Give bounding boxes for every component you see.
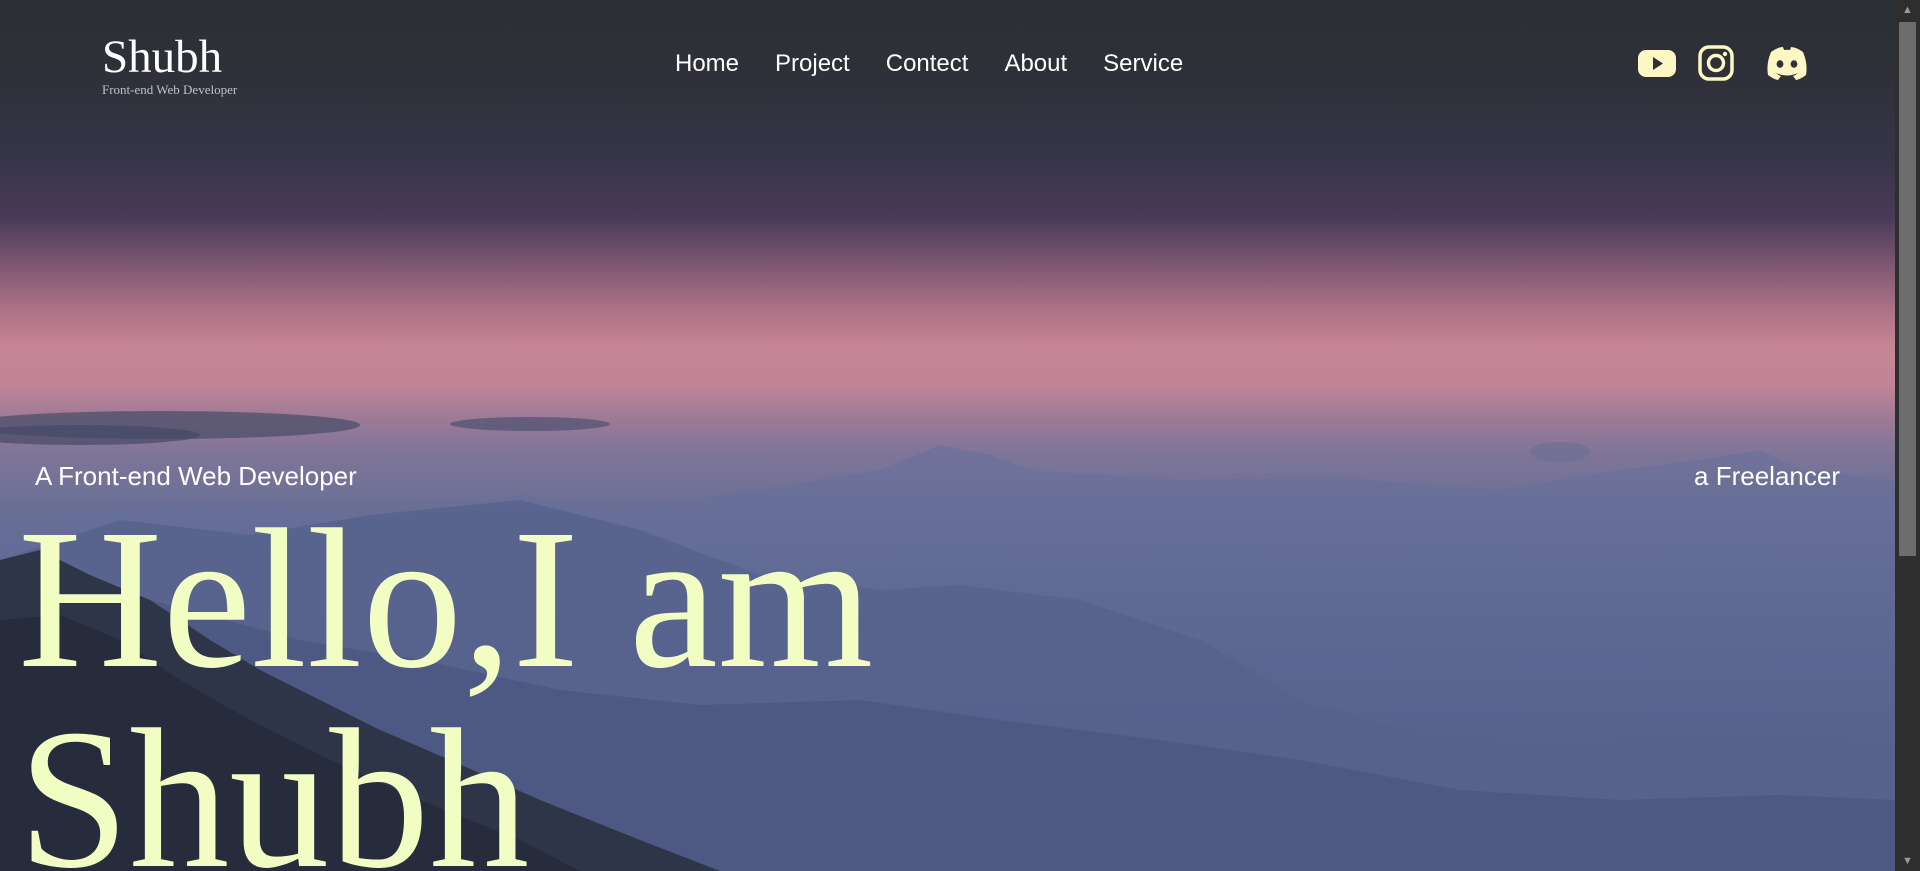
discord-icon[interactable]: [1762, 44, 1808, 82]
brand-name: Shubh: [102, 31, 223, 83]
brand-subtitle: Front-end Web Developer: [102, 82, 238, 97]
tagline-right: a Freelancer: [1694, 461, 1840, 491]
headline-line-1: Hello,I am: [18, 489, 874, 710]
tagline-left: A Front-end Web Developer: [35, 461, 357, 491]
scroll-up-arrow-icon[interactable]: ▲: [1895, 0, 1920, 20]
nav-service[interactable]: Service: [1103, 49, 1183, 79]
scroll-down-arrow-icon[interactable]: ▼: [1895, 851, 1920, 871]
youtube-icon[interactable]: [1636, 44, 1678, 82]
headline-line-2: Shubh: [18, 689, 530, 871]
main-nav: Home Project Contect About Service: [675, 49, 1219, 79]
nav-about[interactable]: About: [1004, 49, 1067, 79]
nav-contect[interactable]: Contect: [886, 49, 969, 79]
brand[interactable]: Shubh Front-end Web Developer: [102, 30, 237, 98]
nav-project[interactable]: Project: [775, 49, 850, 79]
nav-home[interactable]: Home: [675, 49, 739, 79]
hero-headline: Hello,I am Shubh: [18, 500, 873, 871]
hero-section: Shubh Front-end Web Developer Home Proje…: [0, 0, 1895, 871]
instagram-icon[interactable]: [1696, 44, 1738, 82]
vertical-scrollbar[interactable]: ▲ ▼: [1895, 0, 1920, 871]
scrollbar-thumb[interactable]: [1899, 22, 1916, 556]
social-links: [1636, 44, 1832, 82]
